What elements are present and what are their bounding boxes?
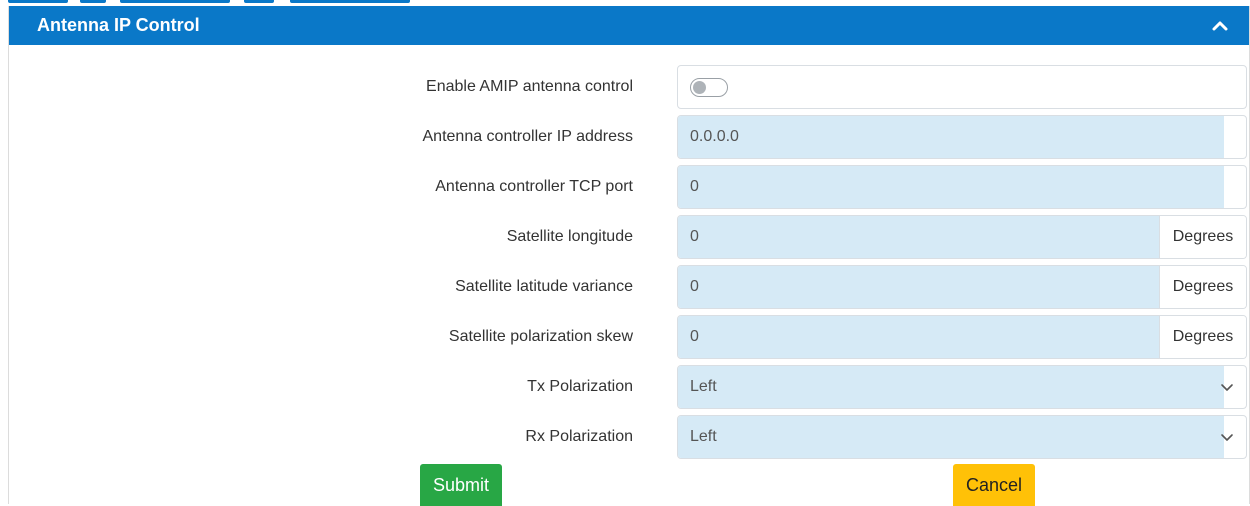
rx-polarization-row: Rx Polarization Left: [9, 415, 1249, 459]
ip-address-value: 0.0.0.0: [678, 116, 1224, 158]
sat-pol-skew-value: 0: [678, 316, 1160, 358]
sat-longitude-label: Satellite longitude: [506, 228, 633, 245]
chevron-down-icon: [1221, 384, 1233, 391]
tx-polarization-label: Tx Polarization: [527, 378, 633, 395]
rx-polarization-select[interactable]: Left: [677, 415, 1247, 459]
sat-pol-skew-unit: Degrees: [1160, 316, 1246, 358]
tcp-port-row: Antenna controller TCP port 0: [9, 165, 1249, 209]
ip-address-label: Antenna controller IP address: [422, 128, 634, 145]
sat-longitude-input[interactable]: 0 Degrees: [677, 215, 1247, 259]
tx-polarization-value: Left: [678, 366, 1224, 408]
rx-polarization-value: Left: [678, 416, 1224, 458]
chevron-up-icon[interactable]: [1211, 17, 1229, 35]
sat-longitude-value: 0: [678, 216, 1160, 258]
sat-longitude-unit: Degrees: [1160, 216, 1246, 258]
sat-pol-skew-input[interactable]: 0 Degrees: [677, 315, 1247, 359]
sat-lat-variance-input[interactable]: 0 Degrees: [677, 265, 1247, 309]
amip-toggle[interactable]: [690, 78, 728, 97]
tcp-port-label: Antenna controller TCP port: [435, 178, 633, 195]
tx-polarization-row: Tx Polarization Left: [9, 365, 1249, 409]
tx-polarization-select[interactable]: Left: [677, 365, 1247, 409]
sat-pol-skew-label: Satellite polarization skew: [448, 328, 633, 345]
amip-label: Enable AMIP antenna control: [426, 78, 633, 95]
panel-header[interactable]: Antenna IP Control: [9, 6, 1249, 45]
tcp-port-value: 0: [678, 166, 1224, 208]
sat-pol-skew-row: Satellite polarization skew 0 Degrees: [9, 315, 1249, 359]
toggle-knob: [693, 81, 706, 94]
tcp-port-input[interactable]: 0: [677, 165, 1247, 209]
antenna-ip-control-panel: Antenna IP Control Enable AMIP antenna c…: [8, 6, 1250, 506]
submit-button[interactable]: Submit: [420, 464, 503, 506]
sat-lat-variance-value: 0: [678, 266, 1160, 308]
rx-polarization-label: Rx Polarization: [525, 428, 633, 445]
sat-longitude-row: Satellite longitude 0 Degrees: [9, 215, 1249, 259]
panel-title: Antenna IP Control: [37, 15, 200, 35]
sat-lat-variance-label: Satellite latitude variance: [455, 278, 633, 295]
cancel-button[interactable]: Cancel: [953, 464, 1036, 506]
sat-lat-variance-unit: Degrees: [1160, 266, 1246, 308]
amip-row: Enable AMIP antenna control: [9, 65, 1249, 109]
ip-address-row: Antenna controller IP address 0.0.0.0: [9, 115, 1249, 159]
amip-toggle-container: [677, 65, 1247, 109]
ip-address-input[interactable]: 0.0.0.0: [677, 115, 1247, 159]
sat-lat-variance-row: Satellite latitude variance 0 Degrees: [9, 265, 1249, 309]
chevron-down-icon: [1221, 434, 1233, 441]
